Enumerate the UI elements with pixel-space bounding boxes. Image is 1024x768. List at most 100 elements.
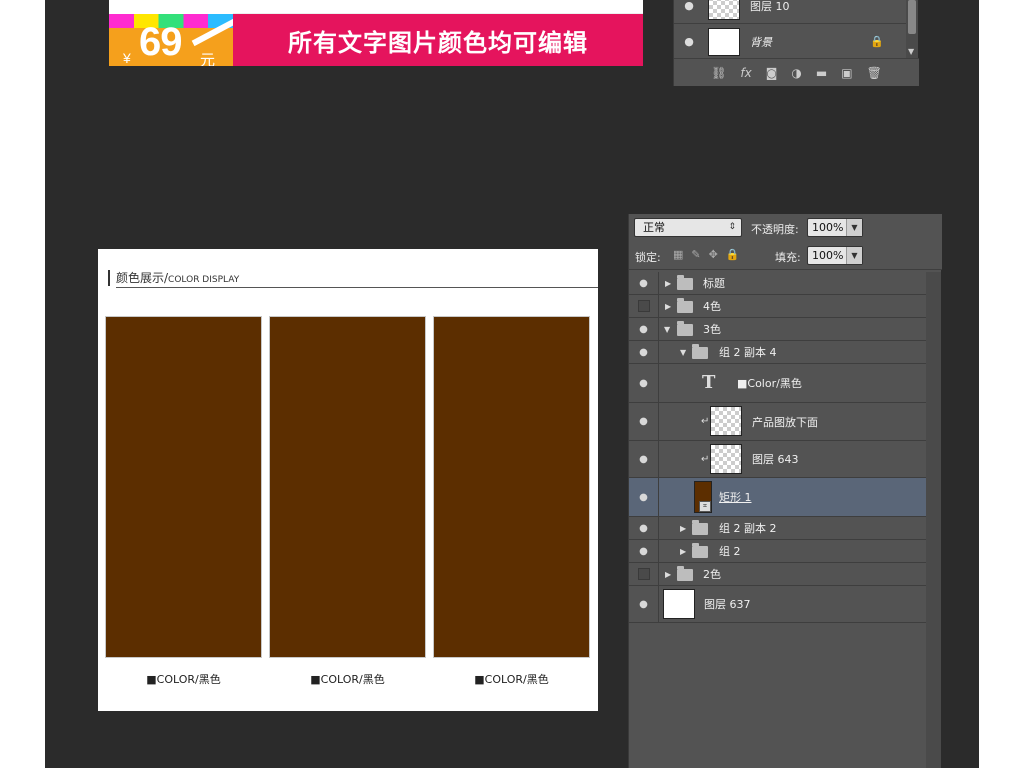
dropdown-arrow-icon[interactable]: ▼	[846, 219, 862, 236]
layer-name: 标题	[703, 277, 725, 290]
dropdown-arrow-icon[interactable]: ▼	[846, 247, 862, 264]
layer-thumbnail	[710, 444, 742, 474]
layer-name: 3色	[703, 323, 721, 336]
layer-name: 组 2 副本 4	[719, 346, 777, 359]
eye-icon[interactable]: ●	[629, 478, 659, 516]
price-box: ¥ 69 元	[109, 14, 233, 66]
lock-paint-icon[interactable]: ✎	[691, 248, 700, 261]
layer-row[interactable]: ● 图层 10	[674, 0, 906, 24]
eye-icon[interactable]: ●	[629, 318, 659, 340]
eye-icon[interactable]: ●	[629, 586, 659, 622]
eye-icon[interactable]: ●	[629, 272, 659, 294]
opacity-label: 不透明度:	[751, 223, 799, 236]
layers-panel: 正常 ⇕ 不透明度: 100% ▼ 锁定: ▦ ✎ ✥ 🔒 填充: 100% ▼…	[628, 214, 942, 768]
lock-move-icon[interactable]: ✥	[709, 248, 718, 261]
eye-icon[interactable]: ●	[674, 35, 704, 48]
trash-icon[interactable]: 🗑	[867, 66, 882, 80]
fill-input[interactable]: 100% ▼	[807, 246, 863, 265]
chevron-down-icon[interactable]: ▼	[664, 325, 670, 334]
layer-name: 产品图放下面	[752, 415, 818, 429]
folder-open-icon	[677, 321, 693, 336]
layer-row-pixel[interactable]: ● ↵ 图层 643	[629, 441, 927, 478]
swatch-label: ■COLOR/黑色	[146, 673, 221, 686]
group-icon[interactable]: ▬	[816, 66, 827, 80]
layer-name: 2色	[703, 568, 721, 581]
layer-thumbnail	[708, 27, 740, 56]
layer-row-group[interactable]: ● ▼ 组 2 副本 4	[629, 341, 927, 364]
slogan-box: 所有文字图片颜色均可编辑	[233, 14, 643, 66]
card-title: 颜色展示/COLOR DISPLAY	[116, 269, 239, 286]
updown-arrow-icon: ⇕	[728, 222, 736, 232]
eye-hidden-icon[interactable]	[629, 563, 659, 585]
chevron-right-icon[interactable]: ▶	[680, 524, 686, 533]
eye-icon[interactable]: ●	[629, 517, 659, 539]
folder-icon	[677, 566, 693, 581]
adjustment-icon[interactable]: ◑	[791, 66, 801, 80]
fill-label: 填充:	[775, 251, 801, 264]
promo-banner: ¥ 69 元 所有文字图片颜色均可编辑	[109, 0, 643, 66]
layer-row-group[interactable]: ● ▶ 组 2 副本 2	[629, 517, 927, 540]
clipping-mask-icon: ↵	[701, 454, 710, 465]
blend-mode-value: 正常	[643, 221, 665, 234]
layer-row-group[interactable]: ▶ 4色	[629, 295, 927, 318]
color-swatch	[269, 316, 426, 658]
scrollbar[interactable]: ▼	[906, 0, 918, 58]
layer-row-shape-selected[interactable]: ● ⌗ 矩形 1	[629, 478, 927, 517]
blend-mode-select[interactable]: 正常 ⇕	[634, 218, 742, 237]
lock-transparent-icon[interactable]: ▦	[673, 248, 683, 261]
link-icon[interactable]: ⛓	[711, 66, 726, 80]
layer-row-group[interactable]: ● ▶ 标题	[629, 272, 927, 295]
folder-icon	[677, 298, 693, 313]
clipping-mask-icon: ↵	[701, 416, 710, 427]
layers-list: ● ▶ 标题 ▶ 4色 ● ▼ 3色 ● ▼ 组 2 副本 4 ● T ■Col…	[629, 272, 927, 768]
layers-panel-top: ● 图层 10 ● 背景 🔒 ▼ ⛓ fx ◙ ◑ ▬ ▣ 🗑	[673, 0, 919, 86]
swatch-label: ■COLOR/黑色	[474, 673, 549, 686]
layer-row-pixel[interactable]: ● ↵ 产品图放下面	[629, 403, 927, 441]
layer-row-group[interactable]: ● ▶ 组 2	[629, 540, 927, 563]
layer-name: 图层 10	[750, 0, 790, 13]
chevron-right-icon[interactable]: ▶	[665, 279, 671, 288]
layer-row-text[interactable]: ● T ■Color/黑色	[629, 364, 927, 403]
folder-icon	[692, 543, 708, 558]
chevron-right-icon[interactable]: ▶	[665, 302, 671, 311]
chevron-down-icon[interactable]: ▼	[680, 348, 686, 357]
layer-row-group[interactable]: ● ▼ 3色	[629, 318, 927, 341]
layer-row-group[interactable]: ▶ 2色	[629, 563, 927, 586]
eye-icon[interactable]: ●	[629, 341, 659, 363]
eye-icon[interactable]: ●	[629, 441, 659, 477]
layer-name: 组 2 副本 2	[719, 522, 777, 535]
fx-icon[interactable]: fx	[740, 66, 751, 80]
layer-name: 矩形 1	[719, 491, 752, 504]
lock-label: 锁定:	[635, 251, 661, 264]
eye-hidden-icon[interactable]	[629, 295, 659, 317]
eye-icon[interactable]: ●	[629, 540, 659, 562]
swatch-label: ■COLOR/黑色	[310, 673, 385, 686]
scroll-down-icon[interactable]: ▼	[908, 47, 914, 56]
opacity-value: 100%	[812, 221, 844, 234]
layer-name: 组 2	[719, 545, 741, 558]
color-display-card: 颜色展示/COLOR DISPLAY ■COLOR/黑色 ■COLOR/黑色 ■…	[98, 249, 598, 711]
layer-name: 图层 643	[752, 453, 799, 466]
eye-icon[interactable]: ●	[674, 0, 704, 12]
lock-icon: 🔒	[870, 35, 884, 48]
mask-icon[interactable]: ◙	[766, 66, 778, 80]
currency-symbol: ¥	[123, 50, 131, 66]
layer-row-pixel[interactable]: ● 图层 637	[629, 586, 927, 623]
title-cn: 颜色展示/	[116, 271, 169, 285]
lock-all-icon[interactable]: 🔒	[726, 248, 740, 261]
scrollbar[interactable]	[926, 272, 941, 768]
eye-icon[interactable]: ●	[629, 403, 659, 440]
layer-row[interactable]: ● 背景 🔒	[674, 24, 906, 60]
color-swatch	[433, 316, 590, 658]
scrollbar-thumb[interactable]	[908, 0, 916, 34]
vector-mask-icon: ⌗	[699, 501, 711, 512]
layer-name: ■Color/黑色	[737, 377, 802, 390]
layers-footer: ⛓ fx ◙ ◑ ▬ ▣ 🗑	[674, 58, 919, 86]
chevron-right-icon[interactable]: ▶	[680, 547, 686, 556]
opacity-input[interactable]: 100% ▼	[807, 218, 863, 237]
new-layer-icon[interactable]: ▣	[841, 66, 852, 80]
slogan-text: 所有文字图片颜色均可编辑	[288, 28, 588, 57]
chevron-right-icon[interactable]: ▶	[665, 570, 671, 579]
eye-icon[interactable]: ●	[629, 364, 659, 402]
slogan-top-strip	[233, 0, 643, 14]
